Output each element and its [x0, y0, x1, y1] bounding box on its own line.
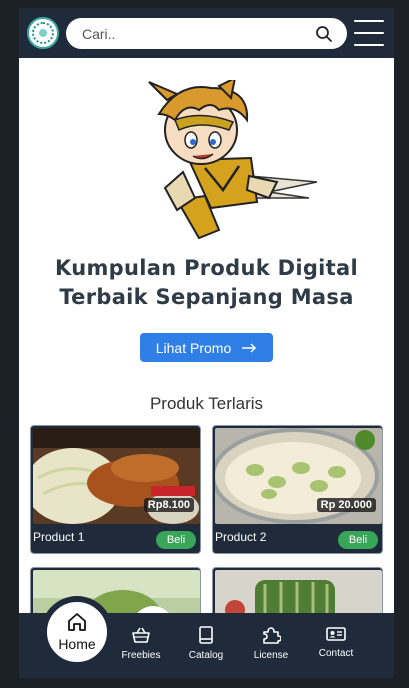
id-card-icon [326, 627, 346, 641]
nav-home-label: Home [58, 636, 96, 652]
headline-line-2: Terbaik Sepanjang Masa [59, 285, 354, 309]
nav-license-label: License [253, 650, 289, 661]
search-box [66, 18, 347, 49]
home-icon [68, 613, 86, 631]
basket-icon [132, 627, 150, 643]
product-card[interactable]: Rp8.100 Product 1 Beli [30, 425, 201, 554]
nav-catalog-label: Catalog [188, 650, 224, 661]
page-headline: Kumpulan Produk Digital Terbaik Sepanjan… [19, 254, 394, 312]
nav-freebies-label: Freebies [121, 650, 161, 661]
top-bar [19, 8, 394, 58]
headline-line-1: Kumpulan Produk Digital [55, 256, 358, 280]
nav-license[interactable]: License [241, 626, 301, 661]
buy-button[interactable]: Beli [156, 531, 196, 549]
logo-emblem [32, 22, 54, 44]
nav-contact[interactable]: Contact [306, 626, 366, 659]
product-name: Product 1 [33, 530, 85, 544]
nav-contact-label: Contact [318, 648, 354, 659]
puzzle-icon [263, 627, 281, 644]
view-promo-button[interactable]: Lihat Promo [140, 333, 273, 362]
product-card[interactable]: Rp 20.000 Product 2 Beli [212, 425, 383, 554]
search-icon[interactable] [315, 25, 333, 43]
book-icon [199, 626, 213, 644]
product-name: Product 2 [215, 530, 267, 544]
app-frame: Kumpulan Produk Digital Terbaik Sepanjan… [19, 8, 394, 678]
arrow-right-icon [242, 342, 257, 353]
product-price: Rp8.100 [143, 498, 194, 512]
view-promo-label: Lihat Promo [155, 339, 232, 356]
site-logo[interactable] [27, 17, 59, 49]
buy-button[interactable]: Beli [338, 531, 378, 549]
hero-mascot-illustration [148, 80, 318, 240]
hamburger-menu-icon[interactable] [354, 20, 384, 46]
nav-home[interactable]: Home [43, 598, 111, 666]
nav-freebies[interactable]: Freebies [111, 626, 171, 661]
best-sellers-title: Produk Terlaris [149, 394, 264, 413]
search-input[interactable] [82, 24, 292, 44]
product-price: Rp 20.000 [316, 498, 376, 512]
nav-catalog[interactable]: Catalog [176, 626, 236, 661]
